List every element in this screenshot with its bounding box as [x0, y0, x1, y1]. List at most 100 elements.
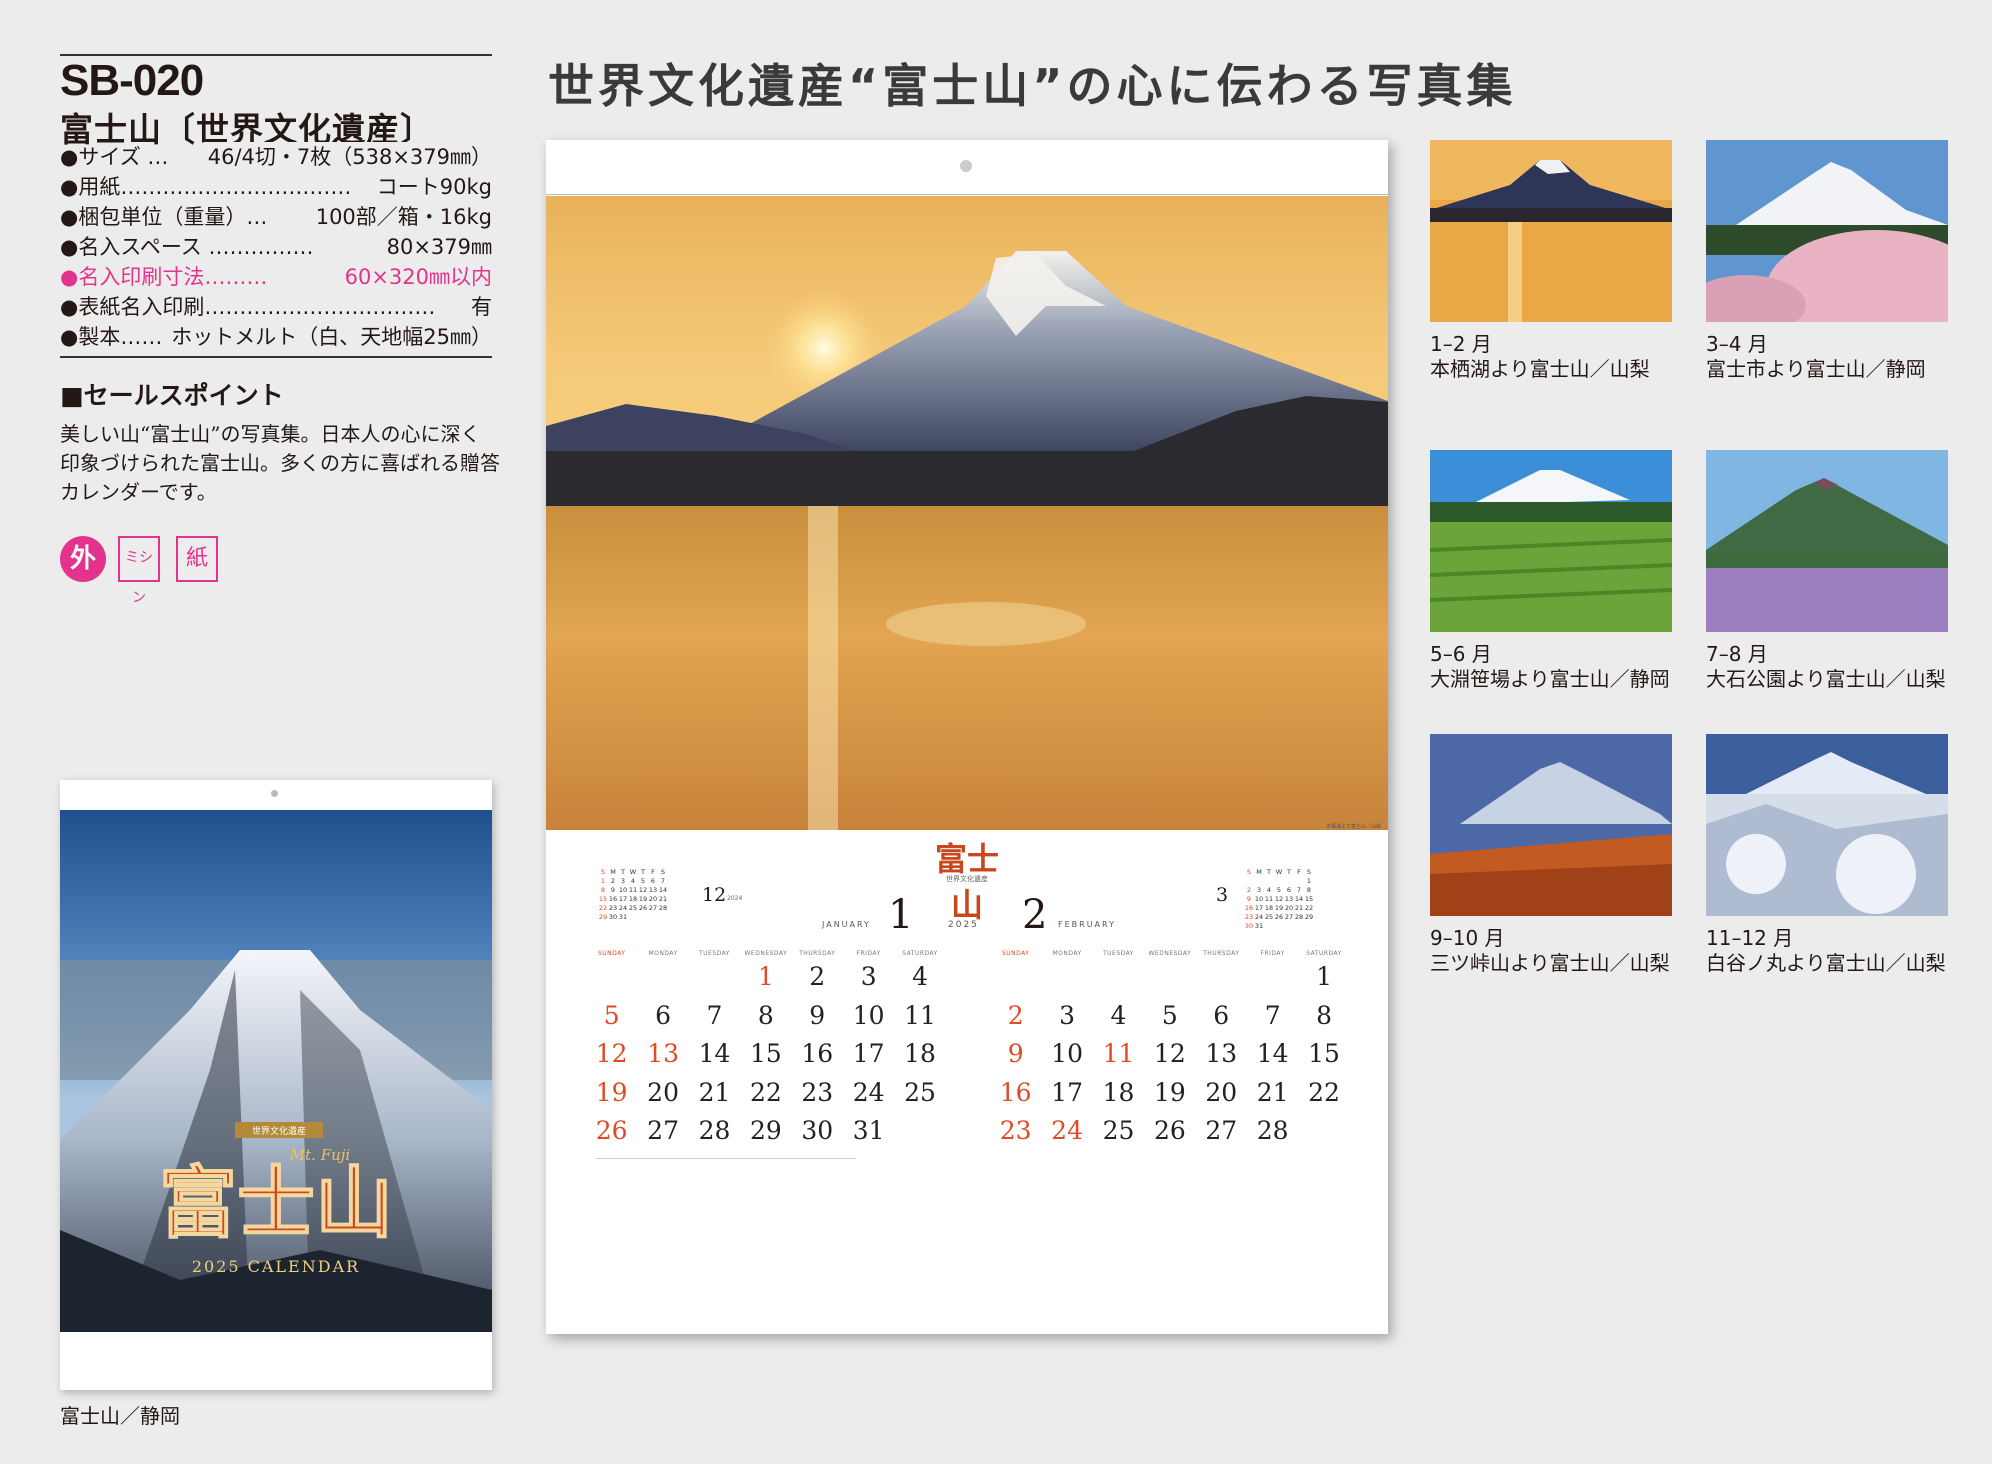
week-row: 5 6 7 8 9 10 11: [586, 1001, 946, 1030]
thumbnail-jul-aug: [1706, 450, 1948, 632]
empty-day-cell: [894, 1116, 945, 1145]
mini-day: 2: [1246, 886, 1252, 894]
mini-day: 6: [1286, 886, 1292, 894]
thumbnail-months: 9–10 月: [1430, 926, 1505, 950]
spec-value: コート90kg: [372, 172, 492, 202]
mini-prev-year: 2024: [727, 895, 743, 902]
spec-label: ●サイズ …: [60, 145, 169, 169]
mini-day: 14: [658, 886, 668, 894]
mini-day: 5: [640, 877, 646, 885]
thumbnail-caption: 白谷ノ丸より富士山／山梨: [1706, 951, 1946, 975]
mini-day: 24: [618, 904, 628, 912]
spec-value: 有: [467, 292, 492, 322]
mini-day: 16: [1244, 904, 1254, 912]
day-number: 17: [1051, 1077, 1083, 1107]
cover-title: 富士山: [159, 1158, 393, 1249]
outdoor-badge: 外: [60, 536, 106, 582]
mini-day: 22: [598, 904, 608, 912]
mini-day: 15: [598, 895, 608, 903]
day-number: 28: [698, 1116, 731, 1145]
mini-day: 2: [610, 877, 616, 885]
perforation-badge: ミシン: [118, 536, 160, 606]
mini-weekday: T: [621, 868, 625, 876]
day-number: 12: [1153, 1039, 1186, 1068]
mini-day: 12: [1274, 895, 1284, 903]
day-number: 15: [749, 1039, 782, 1068]
mini-day: 23: [1244, 913, 1254, 921]
day-number: 20: [1205, 1077, 1238, 1107]
weekday-label: WEDNESDAY: [1148, 950, 1192, 957]
thumbnail-mar-apr: [1706, 140, 1948, 322]
mini-day: 7: [1296, 886, 1302, 894]
day-number: 22: [1308, 1077, 1340, 1107]
mini-day: 9: [1246, 895, 1252, 903]
empty-day-cell: [1093, 962, 1144, 991]
cover-series-text: 世界文化遺産: [252, 1125, 306, 1137]
mini-day: 19: [1274, 904, 1284, 912]
hanger-hole: [960, 160, 972, 172]
february-name: FEBRUARY: [1058, 920, 1116, 929]
weekday-label: MONDAY: [1052, 950, 1082, 957]
mini-day: 7: [660, 877, 666, 885]
mini-weekday: S: [1306, 868, 1312, 876]
empty-day-cell: [586, 962, 637, 991]
day-number: 14: [698, 1039, 731, 1068]
mini-day: 23: [608, 904, 618, 912]
mini-calendar-prev: S M T W T F S 1 2 3 4 5 6 7 8 9 10 11 12 13 14 15 16 17 18 19 20 21…: [598, 868, 668, 922]
day-number: 7: [706, 1000, 723, 1030]
spec-cover-print: ●表紙名入印刷…………………………… 有: [60, 292, 492, 322]
spec-rule: [60, 356, 492, 358]
mini-day: 6: [650, 877, 656, 885]
mini-day: 10: [1254, 895, 1264, 903]
day-number: 29: [749, 1116, 782, 1145]
mini-day: 16: [608, 895, 618, 903]
mini-day: 22: [1304, 904, 1314, 912]
spec-size: ●サイズ … 46/4切・7枚（538×379㎜）: [60, 142, 492, 172]
mini-day: 13: [1284, 895, 1294, 903]
spec-value: 60×320㎜以内: [340, 262, 492, 292]
day-number: 19: [1153, 1077, 1186, 1107]
mini-weekday: S: [600, 868, 606, 876]
empty-day-cell: [990, 962, 1041, 991]
calendar-footnote-rule: [596, 1158, 856, 1159]
weekday-label: THURSDAY: [1203, 950, 1240, 957]
spec-packing: ●梱包単位（重量）… 100部／箱・16kg: [60, 202, 492, 232]
spec-paper: ●用紙…………………………… コート90kg: [60, 172, 492, 202]
mini-day: 28: [658, 904, 668, 912]
mini-day: 27: [1284, 913, 1294, 921]
day-number: 30: [801, 1116, 834, 1145]
spec-label: ●梱包単位（重量）…: [60, 205, 268, 229]
week-row: 26 27 28 29 30 31: [586, 1116, 946, 1145]
mini-empty: [1284, 877, 1294, 886]
empty-day-cell: [1196, 962, 1247, 991]
mini-empty: [1244, 877, 1254, 886]
mini-day: 25: [1264, 913, 1274, 921]
spec-label: ●用紙……………………………: [60, 175, 352, 199]
thumbnail-caption: 本栖湖より富士山／山梨: [1430, 357, 1650, 381]
mini-day: 30: [1244, 922, 1254, 930]
mini-day: 8: [600, 886, 606, 894]
week-row: 16 17 18 19 20 21 22: [990, 1078, 1350, 1107]
day-number: 25: [1102, 1116, 1135, 1145]
day-number: 5: [603, 1000, 620, 1030]
calendar-sample: 本栖湖より富士山／山梨 富士山 世界文化遺産 SMTWTFS1234567891…: [546, 140, 1388, 1334]
day-number: 27: [647, 1116, 679, 1145]
mini-day: 5: [1276, 886, 1282, 894]
weekday-label: SUNDAY: [1001, 950, 1030, 957]
mini-day: 9: [610, 886, 616, 894]
mini-day: 10: [618, 886, 628, 894]
mini-empty: [1264, 877, 1274, 886]
day-number: 6: [1213, 1000, 1230, 1030]
spec-print-size: ●名入印刷寸法……… 60×320㎜以内: [60, 262, 492, 292]
mini-empty: [1254, 877, 1264, 886]
mini-day: 20: [1284, 904, 1294, 912]
mini-day: 3: [620, 877, 626, 885]
weekday-label: SATURDAY: [1306, 950, 1342, 957]
paper-badge: 紙: [176, 536, 218, 582]
mini-day: 26: [638, 904, 648, 912]
day-number: 6: [655, 1000, 672, 1030]
mini-day: 4: [1266, 886, 1272, 894]
day-number: 16: [801, 1039, 834, 1068]
spec-value: 100部／箱・16kg: [311, 202, 492, 232]
thumbnail-caption: 大石公園より富士山／山梨: [1706, 667, 1946, 691]
